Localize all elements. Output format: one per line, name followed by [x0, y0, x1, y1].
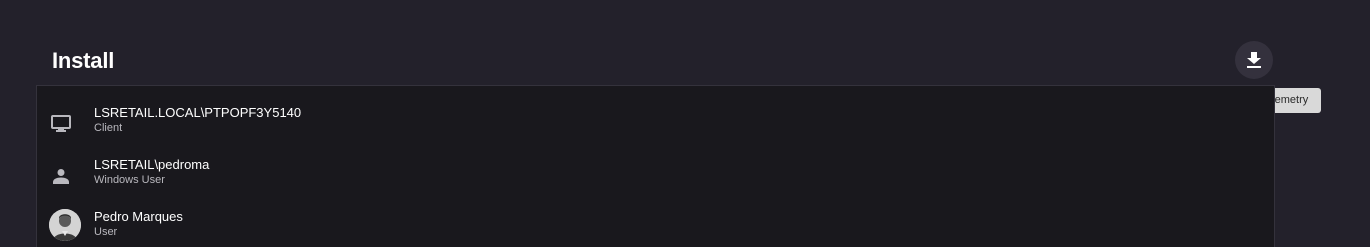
- user-label: User: [94, 226, 118, 238]
- list-item-text: LSRETAIL.LOCAL\PTPOPF3Y5140 Client: [94, 105, 301, 135]
- export-telemetry-button[interactable]: [1235, 41, 1273, 79]
- windows-user-name: LSRETAIL\pedroma: [94, 157, 210, 172]
- list-item-text: LSRETAIL\pedroma Windows User: [94, 157, 209, 187]
- list-item-client: LSRETAIL.LOCAL\PTPOPF3Y5140 Client: [37, 102, 1274, 152]
- page-title: Install: [52, 48, 115, 73]
- download-icon: [1247, 52, 1261, 68]
- list-item-text: Pedro Marques User: [94, 209, 183, 239]
- install-info-panel: LSRETAIL.LOCAL\PTPOPF3Y5140 Client LSRET…: [36, 85, 1275, 247]
- client-name: LSRETAIL.LOCAL\PTPOPF3Y5140: [94, 105, 302, 120]
- client-label: Client: [94, 122, 123, 134]
- user-name: Pedro Marques: [94, 209, 183, 224]
- windows-user-label: Windows User: [94, 174, 165, 186]
- person-icon: [49, 164, 73, 188]
- avatar: [49, 209, 81, 241]
- install-page: Install Export install telemetry LSRETAI…: [0, 0, 1370, 247]
- list-item-user: Pedro Marques User: [37, 206, 1274, 247]
- list-item-windows-user: LSRETAIL\pedroma Windows User: [37, 154, 1274, 204]
- monitor-icon: [49, 112, 73, 136]
